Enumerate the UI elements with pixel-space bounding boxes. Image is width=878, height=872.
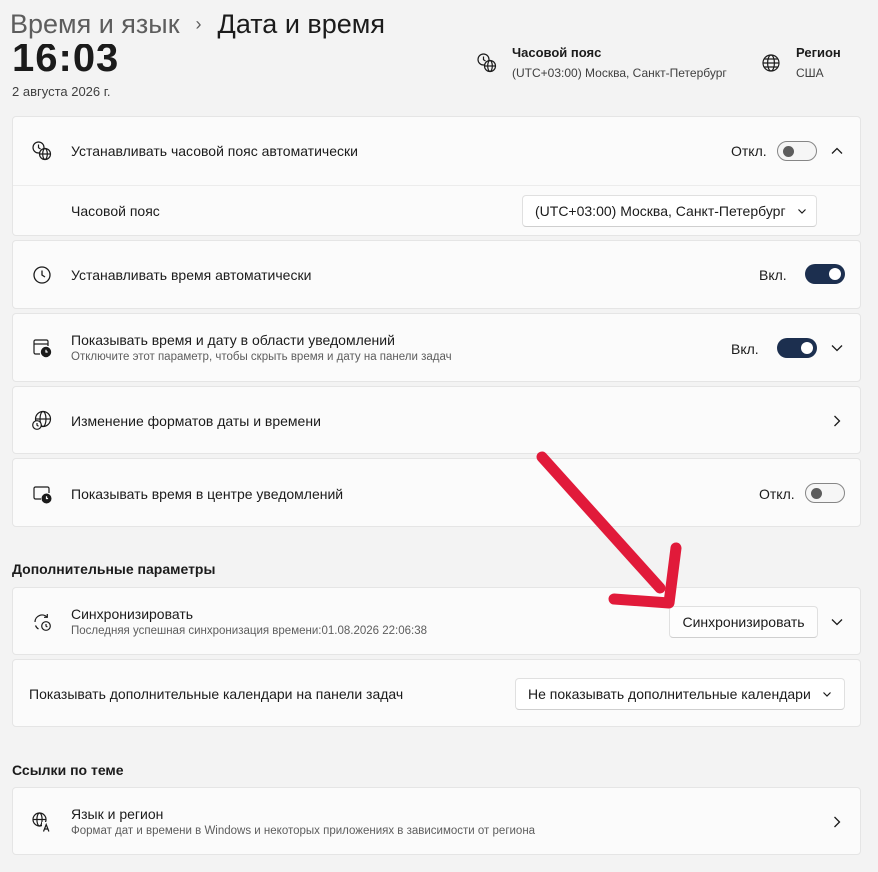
show-in-tray-description: Отключите этот параметр, чтобы скрыть вр… (71, 351, 452, 363)
auto-timezone-toggle[interactable] (777, 141, 817, 161)
summary-region-title: Регион (796, 45, 841, 60)
summary-timezone: Часовой пояс (UTC+03:00) Москва, Санкт-П… (476, 44, 727, 82)
auto-timezone-card: Устанавливать часовой пояс автоматически… (12, 116, 861, 236)
breadcrumb: Время и язык › Дата и время (10, 4, 878, 44)
calendar-clock-icon (31, 337, 53, 359)
auto-time-state: Вкл. (759, 267, 787, 283)
auto-timezone-state: Откл. (731, 143, 767, 159)
notification-center-card[interactable]: Показывать время в центре уведомлений От… (12, 458, 861, 527)
show-in-tray-label: Показывать время и дату в области уведом… (71, 332, 395, 348)
monitor-clock-icon (31, 483, 53, 505)
chevron-down-icon[interactable] (829, 614, 845, 630)
calendars-card: Показывать дополнительные календари на п… (12, 659, 861, 727)
auto-timezone-row[interactable]: Устанавливать часовой пояс автоматически… (13, 117, 860, 185)
language-region-description: Формат дат и времени в Windows и некотор… (71, 825, 536, 837)
summary-timezone-value: (UTC+03:00) Москва, Санкт-Петербург (512, 66, 727, 80)
summary-timezone-title: Часовой пояс (512, 45, 602, 60)
globe-clock-icon (476, 52, 498, 74)
current-date: 2 августа 2026 г. (12, 84, 111, 99)
sync-clock-icon (31, 611, 53, 633)
clock-icon (31, 264, 53, 286)
language-region-label: Язык и регион (71, 806, 164, 822)
notification-center-label: Показывать время в центре уведомлений (71, 486, 344, 502)
chevron-right-icon (829, 814, 845, 830)
chevron-down-icon (796, 205, 808, 217)
auto-time-card[interactable]: Устанавливать время автоматически Вкл. (12, 240, 861, 309)
globe-clock-icon (31, 409, 53, 431)
sync-button[interactable]: Синхронизировать (669, 606, 818, 638)
timezone-dropdown[interactable]: (UTC+03:00) Москва, Санкт-Петербург (522, 195, 817, 227)
chevron-right-icon (829, 413, 845, 429)
chevron-down-icon (821, 688, 833, 700)
related-section-title: Ссылки по теме (12, 762, 124, 778)
summary-region-value: США (796, 66, 824, 80)
notification-center-toggle[interactable] (805, 483, 845, 503)
sync-card: Синхронизировать Последняя успешная синх… (12, 587, 861, 655)
show-in-tray-toggle[interactable] (777, 338, 817, 358)
globe-icon (760, 52, 782, 74)
auto-timezone-label: Устанавливать часовой пояс автоматически (71, 143, 358, 159)
notification-center-state: Откл. (759, 486, 795, 502)
change-formats-card[interactable]: Изменение форматов даты и времени (12, 386, 861, 454)
timezone-row: Часовой пояс (UTC+03:00) Москва, Санкт-П… (13, 186, 860, 236)
timezone-dropdown-value: (UTC+03:00) Москва, Санкт-Петербург (535, 203, 786, 219)
language-icon (31, 811, 53, 833)
breadcrumb-separator: › (195, 13, 202, 34)
additional-section-title: Дополнительные параметры (12, 561, 216, 577)
auto-time-toggle[interactable] (805, 264, 845, 284)
sync-description: Последняя успешная синхронизация времени… (71, 625, 427, 637)
page-title: Дата и время (217, 8, 385, 39)
chevron-down-icon[interactable] (829, 340, 845, 356)
chevron-up-icon[interactable] (829, 143, 845, 159)
calendars-label: Показывать дополнительные календари на п… (29, 686, 404, 702)
show-in-tray-state: Вкл. (731, 341, 759, 357)
summary-region: Регион США (760, 44, 841, 82)
globe-clock-icon (31, 140, 53, 162)
auto-time-label: Устанавливать время автоматически (71, 267, 312, 283)
language-region-card[interactable]: Язык и регион Формат дат и времени в Win… (12, 787, 861, 855)
breadcrumb-parent[interactable]: Время и язык (10, 9, 180, 40)
change-formats-label: Изменение форматов даты и времени (71, 413, 321, 429)
sync-label: Синхронизировать (71, 606, 194, 622)
calendars-dropdown[interactable]: Не показывать дополнительные календари (515, 678, 845, 710)
show-in-tray-card[interactable]: Показывать время и дату в области уведом… (12, 313, 861, 382)
calendars-dropdown-value: Не показывать дополнительные календари (528, 686, 811, 702)
timezone-label: Часовой пояс (71, 203, 160, 219)
